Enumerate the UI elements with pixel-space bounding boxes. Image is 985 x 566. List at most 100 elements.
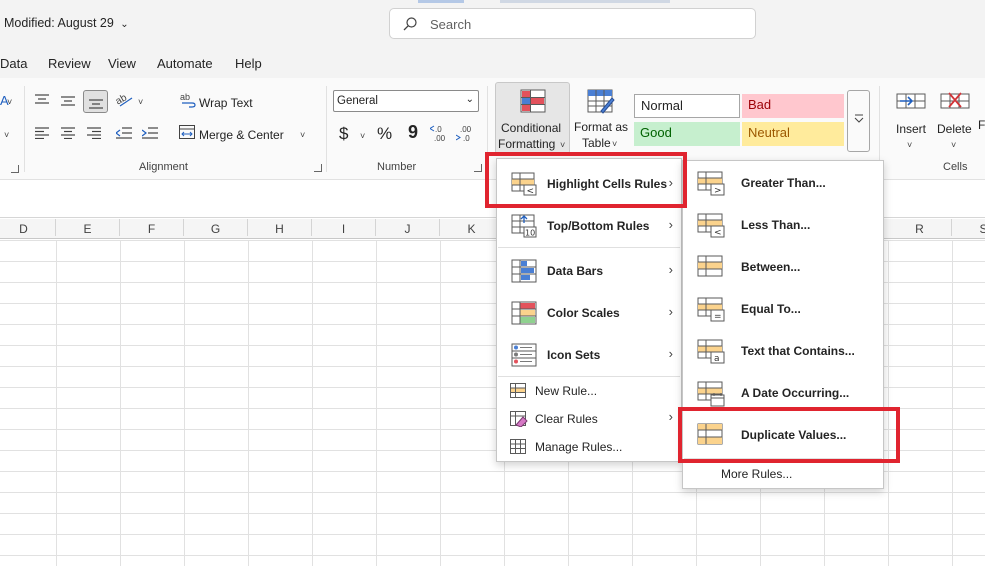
svg-text:.0: .0	[463, 134, 470, 142]
wrap-text-icon: ab	[180, 92, 196, 108]
new-rule-icon	[510, 383, 526, 398]
wrap-text-button[interactable]: Wrap Text	[199, 96, 253, 110]
increase-indent-icon[interactable]	[142, 127, 158, 139]
insert-button[interactable]: Insert ˅	[891, 84, 933, 154]
align-center-icon[interactable]	[61, 127, 75, 139]
column-header-d[interactable]: D	[0, 219, 56, 236]
submenu-item-text-contains[interactable]: a Text that Contains...	[683, 331, 883, 371]
dialog-launcher-icon[interactable]	[314, 164, 322, 172]
tab-data[interactable]: Data	[0, 56, 27, 71]
menu-item-top-bottom-rules[interactable]: 10 Top/Bottom Rules ›	[497, 206, 681, 246]
style-normal[interactable]: Normal	[634, 94, 740, 118]
equal-to-icon: =	[697, 297, 725, 322]
chevron-down-icon[interactable]: ˅	[138, 97, 143, 107]
conditional-formatting-button[interactable]: Conditional Formatting ˅	[495, 82, 570, 154]
chevron-down-icon[interactable]: ˅	[7, 97, 12, 107]
merge-center-icon	[179, 125, 195, 139]
conditional-formatting-label-2: Formatting	[498, 137, 556, 151]
delete-cells-icon	[940, 92, 970, 109]
ribbon-tabs: Data Review View Automate Help	[0, 48, 985, 78]
top-accent-2	[500, 0, 670, 3]
style-good[interactable]: Good	[634, 122, 740, 146]
modified-dropdown[interactable]: Modified: August 29 ⌄	[4, 16, 129, 30]
menu-item-data-bars[interactable]: Data Bars ›	[497, 251, 681, 291]
menu-item-clear-rules[interactable]: Clear Rules ›	[497, 406, 681, 432]
greater-than-icon: >	[697, 171, 725, 196]
svg-text:10: 10	[525, 229, 535, 238]
icon-sets-label: Icon Sets	[547, 348, 601, 362]
decrease-indent-icon[interactable]	[116, 127, 132, 139]
cell-styles-gallery: Normal Bad Good Neutral	[632, 90, 870, 152]
chevron-down-icon[interactable]: ˅	[300, 130, 305, 140]
column-header-s[interactable]: S	[952, 219, 985, 236]
align-bottom-icon	[89, 99, 103, 109]
tab-help[interactable]: Help	[235, 56, 262, 71]
submenu-item-less-than[interactable]: < Less Than...	[683, 205, 883, 245]
column-header-k[interactable]: K	[440, 219, 504, 236]
menu-item-new-rule[interactable]: New Rule...	[497, 378, 681, 404]
svg-text:a: a	[714, 354, 720, 364]
orientation-icon[interactable]: ab	[116, 92, 134, 108]
format-as-table-button[interactable]: Format as Table ˅	[574, 82, 628, 154]
svg-text:=: =	[714, 312, 722, 322]
dialog-launcher-icon[interactable]	[474, 164, 482, 172]
column-header-e[interactable]: E	[56, 219, 120, 236]
tab-automate[interactable]: Automate	[157, 56, 213, 71]
chevron-down-icon[interactable]: ˅	[360, 131, 365, 141]
currency-button[interactable]: $	[339, 124, 348, 144]
menu-separator	[498, 247, 680, 248]
chevron-down-icon: ⌄	[120, 19, 129, 30]
tab-view[interactable]: View	[108, 56, 136, 71]
column-header-r[interactable]: R	[888, 219, 952, 236]
align-left-icon[interactable]	[35, 127, 49, 139]
conditional-formatting-icon	[520, 89, 546, 113]
style-bad[interactable]: Bad	[742, 94, 844, 118]
svg-text:ab: ab	[116, 92, 129, 107]
column-header-i[interactable]: I	[312, 219, 376, 236]
number-format-value: General	[337, 95, 378, 107]
submenu-item-greater-than[interactable]: > Greater Than...	[683, 163, 883, 203]
align-middle-icon[interactable]	[61, 96, 75, 106]
submenu-item-between[interactable]: Between...	[683, 247, 883, 287]
align-top-icon[interactable]	[35, 94, 49, 104]
column-header-f[interactable]: F	[120, 219, 184, 236]
column-header-h[interactable]: H	[248, 219, 312, 236]
menu-item-manage-rules[interactable]: Manage Rules...	[497, 434, 681, 460]
align-bottom-button[interactable]	[83, 90, 108, 113]
chevron-right-icon: ›	[668, 217, 673, 232]
dialog-launcher-icon[interactable]	[11, 165, 19, 173]
search-placeholder: Search	[430, 17, 472, 32]
column-header-g[interactable]: G	[184, 219, 248, 236]
manage-rules-icon	[510, 439, 526, 454]
insert-cells-icon	[896, 93, 926, 109]
percent-button[interactable]: %	[377, 124, 392, 144]
increase-decimal-icon[interactable]: .0.00	[430, 124, 450, 142]
search-box[interactable]: Search	[389, 8, 756, 39]
chevron-down-icon: ˅	[951, 140, 957, 150]
decrease-decimal-icon[interactable]: .00.0	[456, 124, 476, 142]
delete-label: Delete	[937, 122, 972, 136]
chevron-down-icon: ˅	[560, 140, 566, 150]
between-icon	[697, 255, 723, 277]
title-bar: Modified: August 29 ⌄ Search	[0, 0, 985, 48]
format-cells-partial[interactable]: F	[978, 118, 985, 132]
delete-button[interactable]: Delete ˅	[935, 84, 977, 154]
style-neutral[interactable]: Neutral	[742, 122, 844, 146]
merge-center-button[interactable]: Merge & Center	[199, 128, 284, 142]
styles-more-button[interactable]	[847, 90, 870, 152]
chevron-down-icon[interactable]: ˅	[4, 130, 9, 140]
comma-style-button[interactable]: 9	[408, 122, 418, 143]
highlight-box-cells-rules	[485, 152, 687, 208]
menu-item-color-scales[interactable]: Color Scales ›	[497, 293, 681, 333]
tab-review[interactable]: Review	[48, 56, 91, 71]
column-header-j[interactable]: J	[376, 219, 440, 236]
svg-text:.0: .0	[435, 125, 442, 134]
equal-to-label: Equal To...	[741, 302, 801, 316]
data-bars-label: Data Bars	[547, 264, 604, 278]
submenu-item-equal-to[interactable]: = Equal To...	[683, 289, 883, 329]
number-format-select[interactable]: General ⌄	[333, 90, 479, 112]
more-rules-label: More Rules...	[721, 467, 793, 481]
menu-item-icon-sets[interactable]: Icon Sets ›	[497, 335, 681, 375]
submenu-item-more-rules[interactable]: More Rules...	[683, 461, 883, 487]
align-right-icon[interactable]	[87, 127, 101, 139]
